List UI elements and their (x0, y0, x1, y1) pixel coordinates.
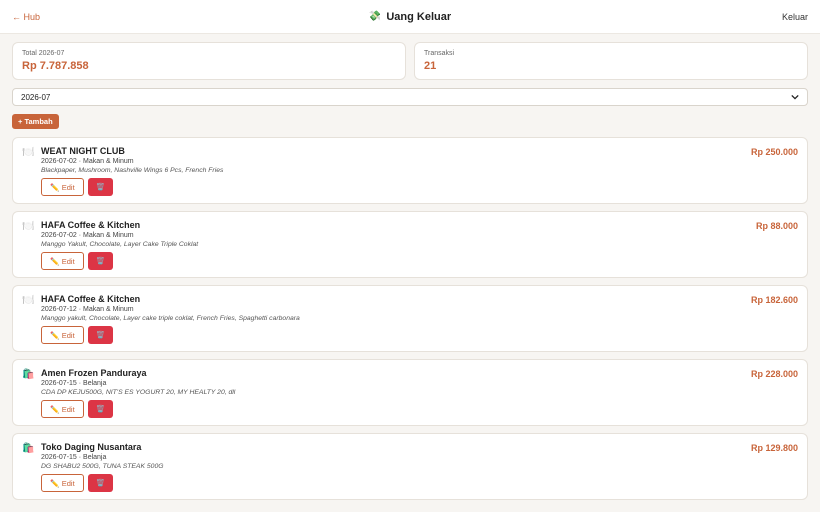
delete-button[interactable]: 🗑️ (88, 178, 113, 196)
count-value: 21 (424, 60, 437, 72)
transaction-title: Amen Frozen Panduraya (41, 368, 147, 378)
transaction-amount: Rp 228.000 (750, 369, 798, 379)
transaction-amount: Rp 88.000 (755, 221, 798, 231)
trash-icon: 🗑️ (96, 406, 105, 413)
dining-icon: 🍽️ (22, 147, 35, 158)
transaction-amount: Rp 250.000 (750, 147, 798, 157)
transaction-title: HAFA Coffee & Kitchen (41, 220, 141, 230)
transaction-item: 🛍️ Rp 228.000 Amen Frozen Panduraya 2026… (12, 359, 808, 426)
transaction-list: 🍽️ Rp 250.000 WEAT NIGHT CLUB 2026-07-02… (0, 137, 820, 500)
transaction-note: Blackpaper, Mushroom, Nashville Wings 6 … (41, 167, 224, 174)
transaction-meta: 2026-07-12 · Makan & Minum (41, 306, 134, 313)
transaction-note: Manggo Yakult, Chocolate, Layer Cake Tri… (41, 241, 199, 248)
trash-icon: 🗑️ (96, 332, 105, 339)
edit-button[interactable]: ✏️ Edit (41, 252, 84, 270)
edit-button[interactable]: ✏️ Edit (41, 474, 84, 492)
transaction-meta: 2026-07-15 · Belanja (41, 380, 107, 387)
money-icon: 💸 (368, 11, 382, 22)
total-label: Total 2026-07 (22, 50, 65, 57)
page-title: 💸 Uang Keluar (369, 11, 451, 23)
edit-button[interactable]: ✏️ Edit (41, 178, 84, 196)
transaction-item: 🍽️ Rp 88.000 HAFA Coffee & Kitchen 2026-… (12, 211, 808, 278)
total-value: Rp 7.787.858 (22, 60, 89, 72)
trash-icon: 🗑️ (96, 184, 105, 191)
top-bar: ← Hub 💸 Uang Keluar Keluar (0, 0, 820, 34)
add-button[interactable]: + Tambah (12, 114, 59, 129)
delete-button[interactable]: 🗑️ (88, 400, 113, 418)
count-label: Transaksi (424, 50, 455, 57)
transaction-note: Manggo yakult, Chocolate, Layer cake tri… (41, 315, 300, 322)
transaction-title: WEAT NIGHT CLUB (41, 146, 125, 156)
shopping-bag-icon: 🛍️ (22, 369, 35, 380)
transaction-item: 🛍️ Rp 129.800 Toko Daging Nusantara 2026… (12, 433, 808, 500)
delete-button[interactable]: 🗑️ (88, 252, 113, 270)
trash-icon: 🗑️ (96, 480, 105, 487)
shopping-bag-icon: 🛍️ (22, 443, 35, 454)
transaction-title: HAFA Coffee & Kitchen (41, 294, 141, 304)
transaction-meta: 2026-07-15 · Belanja (41, 454, 107, 461)
count-card: Transaksi 21 (414, 42, 808, 80)
delete-button[interactable]: 🗑️ (88, 326, 113, 344)
delete-button[interactable]: 🗑️ (88, 474, 113, 492)
month-select[interactable]: 2026-07 (12, 88, 808, 106)
trash-icon: 🗑️ (96, 258, 105, 265)
edit-button[interactable]: ✏️ Edit (41, 400, 84, 418)
dining-icon: 🍽️ (22, 221, 35, 232)
transaction-item: 🍽️ Rp 250.000 WEAT NIGHT CLUB 2026-07-02… (12, 137, 808, 204)
logout-link[interactable]: Keluar (782, 12, 808, 22)
transaction-meta: 2026-07-02 · Makan & Minum (41, 158, 134, 165)
transaction-note: DG SHABU2 500G, TUNA STEAK 500G (41, 463, 164, 470)
month-select-value: 2026-07 (21, 92, 51, 102)
transaction-item: 🍽️ Rp 182.600 HAFA Coffee & Kitchen 2026… (12, 285, 808, 352)
dining-icon: 🍽️ (22, 295, 35, 306)
chevron-down-icon (791, 94, 799, 100)
total-card: Total 2026-07 Rp 7.787.858 (12, 42, 406, 80)
edit-button[interactable]: ✏️ Edit (41, 326, 84, 344)
transaction-note: CDA DP KEJU500G, NIT'S ES YOGURT 20, MY … (41, 389, 236, 396)
transaction-amount: Rp 129.800 (750, 443, 798, 453)
page-title-text: Uang Keluar (386, 10, 452, 23)
summary-row: Total 2026-07 Rp 7.787.858 Transaksi 21 (0, 42, 820, 80)
transaction-meta: 2026-07-02 · Makan & Minum (41, 232, 134, 239)
back-to-hub-link[interactable]: ← Hub (12, 12, 40, 22)
transaction-amount: Rp 182.600 (750, 295, 798, 305)
transaction-title: Toko Daging Nusantara (41, 442, 142, 452)
